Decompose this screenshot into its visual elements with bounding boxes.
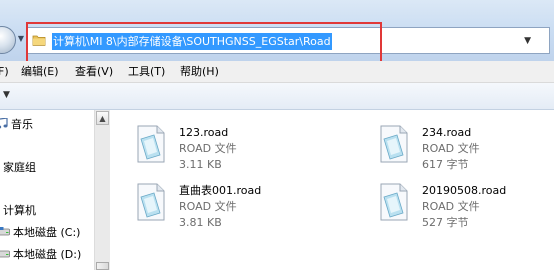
music-icon bbox=[0, 118, 8, 129]
navigation-pane-scrollbar[interactable]: ▲ bbox=[94, 110, 110, 270]
nav-item-label: 家庭组 bbox=[3, 161, 36, 174]
file-item[interactable]: 20190508.road ROAD 文件 527 字节 bbox=[379, 183, 549, 239]
nav-item-music[interactable]: 音乐 bbox=[0, 117, 33, 133]
file-icon bbox=[137, 183, 165, 221]
menu-view[interactable]: 查看(V) bbox=[75, 64, 113, 79]
file-size: 617 字节 bbox=[422, 158, 469, 171]
file-name: 123.road bbox=[179, 126, 229, 139]
menu-file[interactable]: F) bbox=[0, 64, 9, 79]
file-list: 123.road ROAD 文件 3.11 KB 234.road ROAD 文… bbox=[110, 110, 554, 270]
file-item[interactable]: 123.road ROAD 文件 3.11 KB bbox=[136, 125, 306, 181]
file-type: ROAD 文件 bbox=[422, 142, 480, 155]
nav-item-drive-c[interactable]: 本地磁盘 (C:) bbox=[0, 225, 80, 241]
file-size: 3.11 KB bbox=[179, 158, 222, 171]
menu-help[interactable]: 帮助(H) bbox=[180, 64, 219, 79]
forward-button[interactable] bbox=[0, 26, 16, 54]
folder-icon bbox=[32, 35, 46, 46]
menu-tools[interactable]: 工具(T) bbox=[128, 64, 165, 79]
file-name: 20190508.road bbox=[422, 184, 507, 197]
file-type: ROAD 文件 bbox=[179, 142, 237, 155]
recent-pages-dropdown-icon[interactable]: ▼ bbox=[16, 33, 26, 45]
scrollbar-thumb[interactable] bbox=[96, 262, 109, 270]
address-bar-strip: ▼ 计算机\MI 8\内部存储设备\SOUTHGNSS_EGStar\Road … bbox=[0, 0, 554, 61]
organize-dropdown-icon[interactable]: ▼ bbox=[3, 90, 10, 100]
file-item[interactable]: 234.road ROAD 文件 617 字节 bbox=[379, 125, 549, 181]
scroll-up-icon[interactable]: ▲ bbox=[96, 111, 109, 125]
file-item[interactable]: 直曲表001.road ROAD 文件 3.81 KB bbox=[136, 183, 306, 239]
file-icon bbox=[137, 125, 165, 163]
file-size: 3.81 KB bbox=[179, 216, 222, 229]
drive-icon bbox=[0, 227, 10, 236]
address-path[interactable]: 计算机\MI 8\内部存储设备\SOUTHGNSS_EGStar\Road bbox=[52, 33, 332, 50]
file-type: ROAD 文件 bbox=[422, 200, 480, 213]
chevron-down-icon[interactable]: ▼ bbox=[524, 35, 531, 47]
nav-item-drive-d[interactable]: 本地磁盘 (D:) bbox=[0, 247, 81, 263]
drive-icon bbox=[0, 250, 10, 258]
file-icon bbox=[380, 125, 408, 163]
file-type: ROAD 文件 bbox=[179, 200, 237, 213]
navigation-pane: 音乐 家庭组 计算机 本地磁盘 (C:) 本地磁盘 (D:) bbox=[0, 110, 94, 270]
menu-bar: F) 编辑(E) 查看(V) 工具(T) 帮助(H) bbox=[0, 61, 554, 83]
nav-item-homegroup[interactable]: 家庭组 bbox=[0, 160, 36, 176]
nav-item-label: 本地磁盘 (D:) bbox=[13, 248, 82, 261]
menu-edit[interactable]: 编辑(E) bbox=[21, 64, 59, 79]
address-bar[interactable]: 计算机\MI 8\内部存储设备\SOUTHGNSS_EGStar\Road ▼ bbox=[26, 27, 550, 54]
file-name: 234.road bbox=[422, 126, 472, 139]
nav-item-label: 音乐 bbox=[11, 118, 33, 131]
nav-item-computer[interactable]: 计算机 bbox=[0, 203, 36, 219]
file-icon bbox=[380, 183, 408, 221]
command-toolbar: ▼ bbox=[0, 83, 554, 110]
file-name: 直曲表001.road bbox=[179, 184, 262, 197]
nav-item-label: 本地磁盘 (C:) bbox=[13, 226, 81, 239]
nav-item-label: 计算机 bbox=[3, 204, 36, 217]
file-size: 527 字节 bbox=[422, 216, 469, 229]
